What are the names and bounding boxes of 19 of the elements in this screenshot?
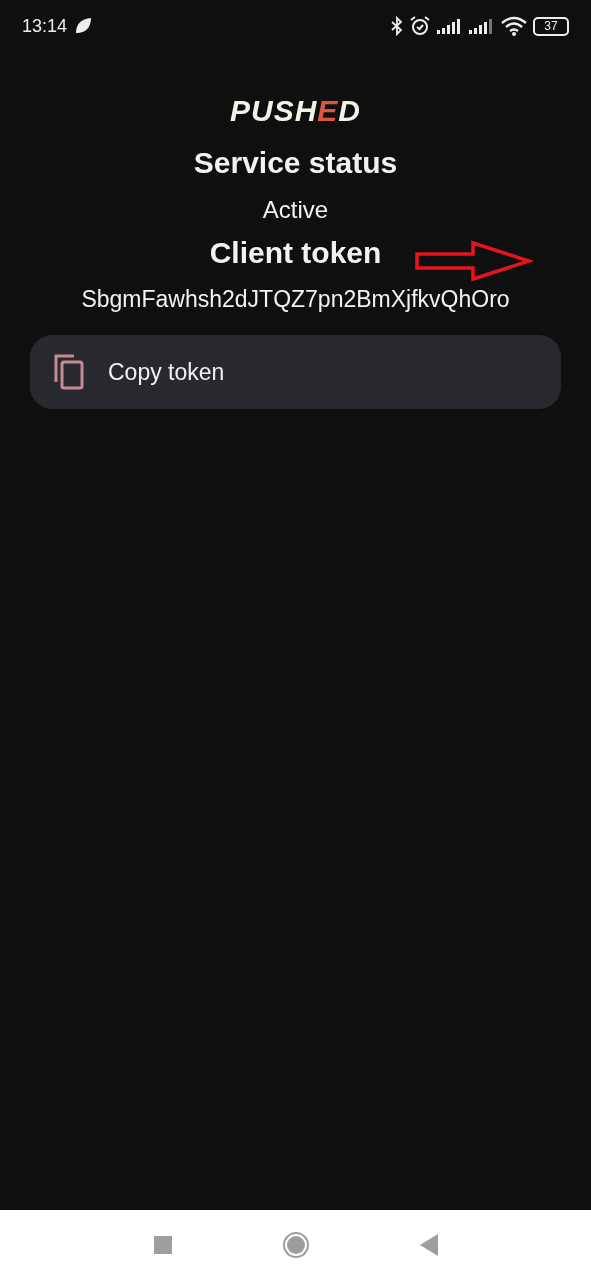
wifi-icon — [501, 16, 527, 36]
copy-icon — [54, 354, 86, 390]
status-value: Active — [262, 196, 329, 224]
recents-icon[interactable] — [153, 1236, 172, 1254]
leaf-icon — [73, 16, 94, 36]
section-heading: Service status — [193, 146, 398, 180]
section-heading: Client token — [209, 236, 382, 270]
token-value: SbgmFawhsh2dJTQZ7pn2BmXjfkvQhOro — [81, 286, 510, 313]
copy-token-button[interactable]: Copy token — [30, 335, 561, 409]
home-icon[interactable] — [281, 1231, 310, 1259]
bluetooth-icon — [391, 16, 403, 36]
battery-level: 37 — [544, 19, 558, 33]
alarm-icon — [409, 15, 431, 37]
arrow-icon — [415, 240, 534, 282]
status-time: 13:14 — [22, 15, 68, 37]
back-icon[interactable] — [419, 1234, 438, 1256]
logo: PUSHED — [229, 94, 361, 128]
signal-icon — [437, 17, 463, 35]
signal-icon — [469, 17, 495, 35]
